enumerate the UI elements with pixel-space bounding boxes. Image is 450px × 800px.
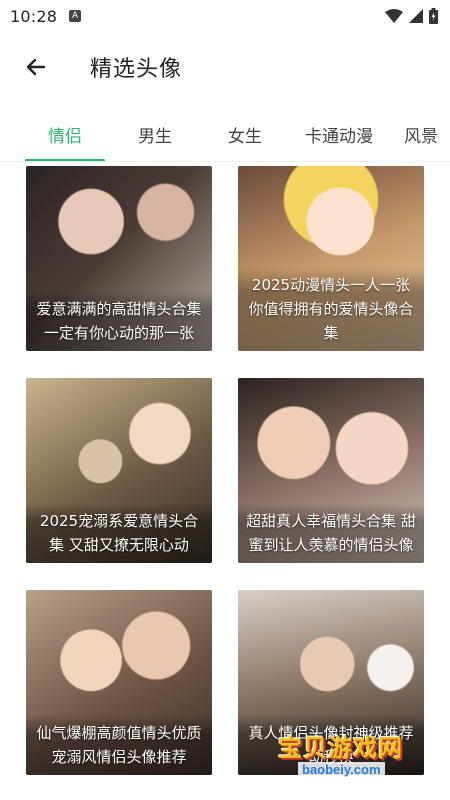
card-caption: 2025动漫情头一人一张 你值得拥有的爱情头像合集 xyxy=(238,267,424,351)
status-icons xyxy=(385,8,438,24)
collection-card[interactable]: 2025宠溺系爱意情头合集 又甜又撩无限心动 xyxy=(26,378,212,563)
collection-card[interactable]: 仙气爆棚高颜值情头优质宠溺风情侣头像推荐 xyxy=(26,590,212,775)
collection-card[interactable]: 爱意满满的高甜情头合集 一定有你心动的那一张 xyxy=(26,166,212,351)
collection-card[interactable]: 超甜真人幸福情头合集 甜蜜到让人羡慕的情侣头像 xyxy=(238,378,424,563)
tab-female[interactable]: 女生 xyxy=(205,108,285,161)
tab-label: 男生 xyxy=(138,127,172,147)
status-bar: 10:28 A xyxy=(0,0,450,32)
avatar-grid: 爱意满满的高甜情头合集 一定有你心动的那一张 2025动漫情头一人一张 你值得拥… xyxy=(26,166,426,775)
tab-label: 女生 xyxy=(228,127,262,147)
signal-icon xyxy=(409,9,423,23)
collection-card[interactable]: 2025动漫情头一人一张 你值得拥有的爱情头像合集 xyxy=(238,166,424,351)
app-bar: 精选头像 xyxy=(0,32,450,102)
tab-label: 卡通动漫 xyxy=(305,127,373,147)
tab-active-indicator xyxy=(25,158,105,161)
tab-label: 情侣 xyxy=(48,127,82,147)
card-caption: 仙气爆棚高颜值情头优质宠溺风情侣头像推荐 xyxy=(26,715,212,775)
back-button[interactable] xyxy=(16,47,56,87)
category-tabs: 情侣 男生 女生 卡通动漫 风景 xyxy=(0,108,450,162)
card-caption: 真人情侣头像封神级推荐 动秒换 xyxy=(238,715,424,775)
tab-label: 风景 xyxy=(404,127,438,147)
wifi-icon xyxy=(385,9,403,23)
card-caption: 2025宠溺系爱意情头合集 又甜又撩无限心动 xyxy=(26,503,212,563)
tab-couple[interactable]: 情侣 xyxy=(25,108,105,161)
card-caption: 爱意满满的高甜情头合集 一定有你心动的那一张 xyxy=(26,291,212,351)
tab-scenery[interactable]: 风景 xyxy=(391,108,450,161)
notification-icon: A xyxy=(69,10,82,22)
collection-card[interactable]: 真人情侣头像封神级推荐 动秒换 xyxy=(238,590,424,775)
arrow-left-icon xyxy=(26,58,46,76)
status-time: 10:28 xyxy=(10,6,58,26)
tab-cartoon[interactable]: 卡通动漫 xyxy=(293,108,385,161)
card-caption: 超甜真人幸福情头合集 甜蜜到让人羡慕的情侣头像 xyxy=(238,503,424,563)
battery-icon xyxy=(429,8,438,24)
tab-male[interactable]: 男生 xyxy=(115,108,195,161)
page-title: 精选头像 xyxy=(90,57,183,82)
